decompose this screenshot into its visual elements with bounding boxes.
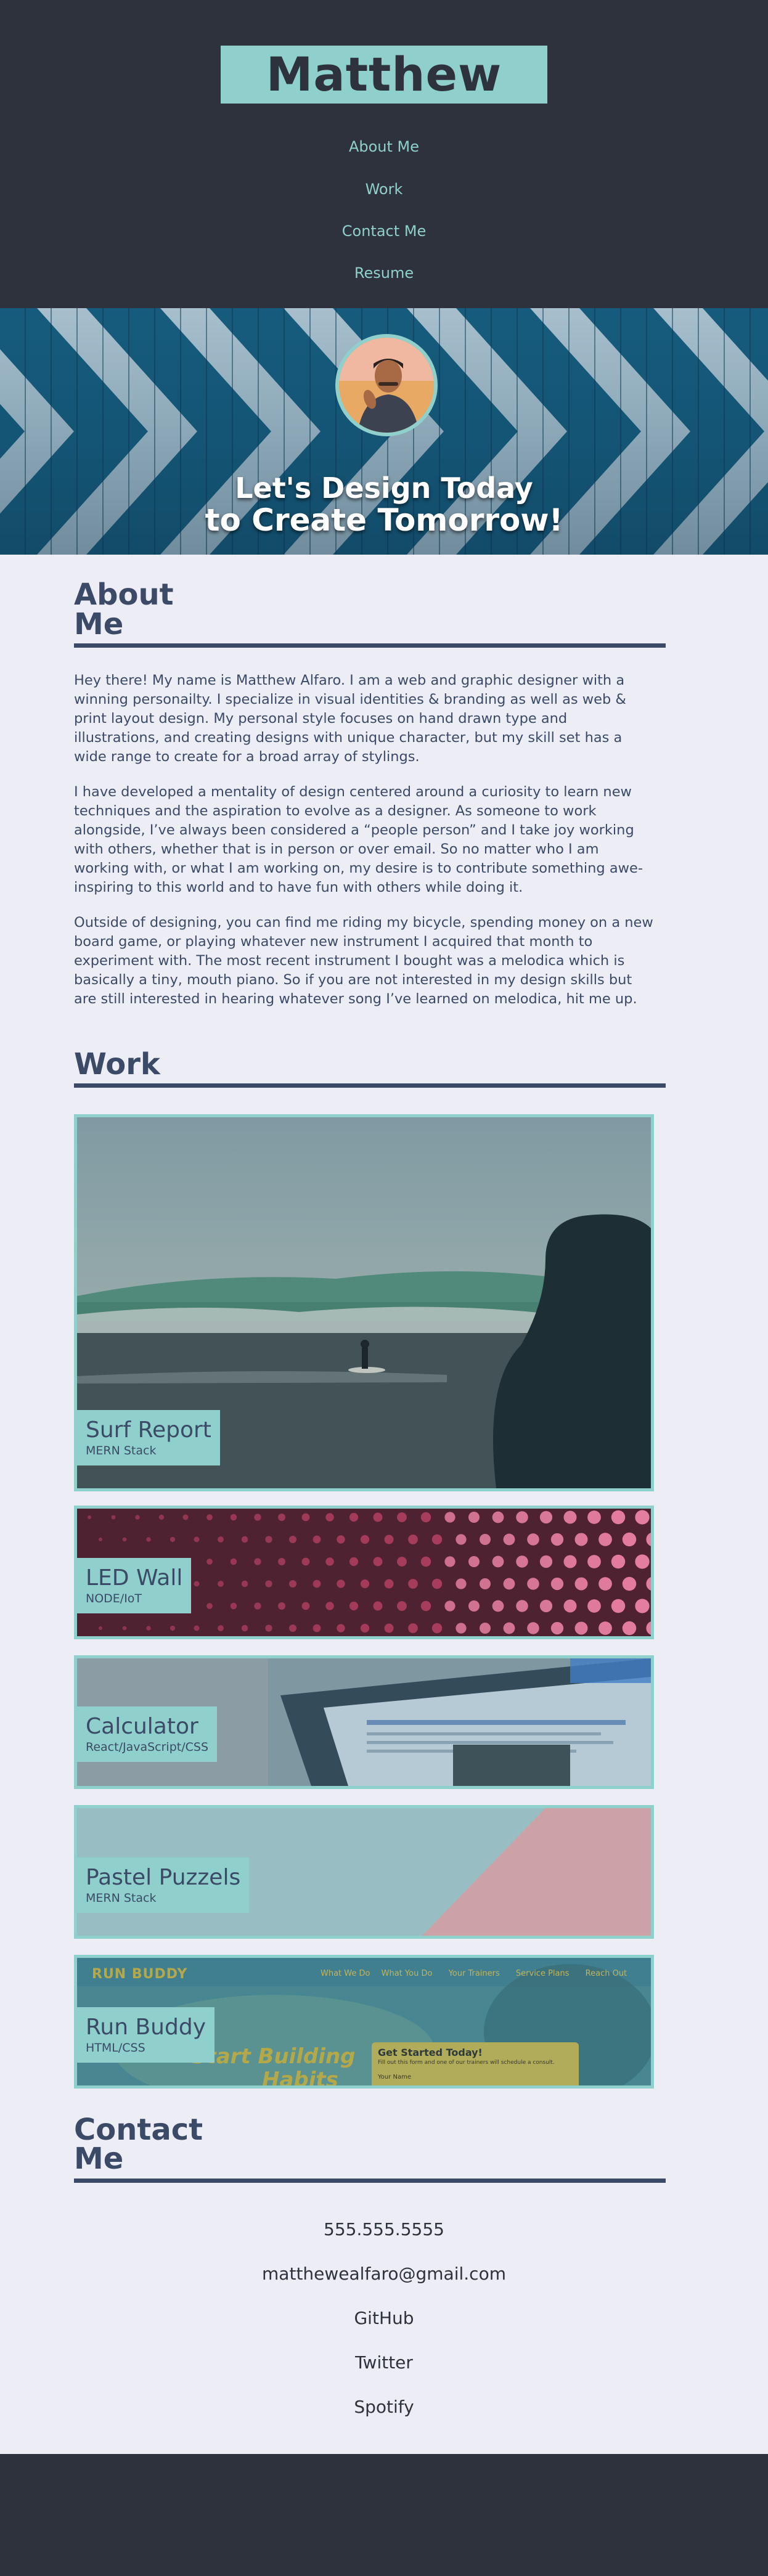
project-title: Pastel Puzzels bbox=[86, 1865, 241, 1890]
project-tech: React/JavaScript/CSS bbox=[86, 1740, 209, 1754]
contact-email-link[interactable]: matthewealfaro@gmail.com bbox=[199, 2263, 569, 2285]
contact-divider bbox=[74, 2179, 666, 2183]
project-card-led-wall[interactable]: LED Wall NODE/IoT bbox=[74, 1506, 654, 1639]
run-buddy-nav-item: What You Do bbox=[381, 1969, 433, 1978]
about-title-line-1: About bbox=[74, 577, 174, 612]
contact-phone[interactable]: 555.555.5555 bbox=[199, 2219, 569, 2241]
work-divider bbox=[74, 1083, 666, 1088]
project-title: LED Wall bbox=[86, 1565, 183, 1591]
pastel-puzzels-label: Pastel Puzzels MERN Stack bbox=[77, 1857, 250, 1913]
run-buddy-form-text: Fill out this form and one of our traine… bbox=[378, 2060, 555, 2066]
about-paragraph-2: I have developed a mentality of design c… bbox=[74, 784, 643, 895]
run-buddy-nav-item: Reach Out bbox=[585, 1969, 627, 1978]
contact-title-line-1: Contact bbox=[74, 2113, 203, 2147]
about-paragraph-1: Hey there! My name is Matthew Alfaro. I … bbox=[74, 672, 626, 765]
project-card-surf-report[interactable]: Surf Report MERN Stack bbox=[74, 1114, 654, 1491]
project-card-calculator[interactable]: Calculator React/JavaScript/CSS bbox=[74, 1655, 654, 1789]
run-buddy-hero-line-2: Habits bbox=[262, 2068, 338, 2089]
project-title: Surf Report bbox=[86, 1417, 211, 1443]
about-title-line-2: Me bbox=[74, 607, 124, 642]
nav-about-me[interactable]: About Me bbox=[292, 136, 476, 157]
contact-title-line-2: Me bbox=[74, 2142, 124, 2176]
run-buddy-form-title: Get Started Today! bbox=[378, 2047, 483, 2058]
project-tech: MERN Stack bbox=[86, 1891, 157, 1905]
calculator-label: Calculator React/JavaScript/CSS bbox=[77, 1706, 218, 1762]
hero-tagline-line-2: to Create Tomorrow! bbox=[205, 502, 563, 538]
project-tech: HTML/CSS bbox=[86, 2041, 145, 2055]
avatar-portrait bbox=[339, 338, 434, 433]
run-buddy-nav-item: Your Trainers bbox=[448, 1969, 500, 1978]
nav-work[interactable]: Work bbox=[292, 179, 476, 200]
nav-contact-me[interactable]: Contact Me bbox=[292, 221, 476, 242]
about-paragraph-3: Outside of designing, you can find me ri… bbox=[74, 915, 653, 1007]
run-buddy-nav: What We Do What You Do Your Trainers Ser… bbox=[321, 1969, 627, 1978]
project-card-run-buddy[interactable]: RUN BUDDY What We Do What You Do Your Tr… bbox=[74, 1955, 654, 2089]
project-title: Calculator bbox=[86, 1714, 198, 1739]
work-title: Work bbox=[74, 1047, 160, 1082]
run-buddy-brand: RUN BUDDY bbox=[92, 1967, 188, 1982]
nav-resume[interactable]: Resume bbox=[292, 263, 476, 283]
run-buddy-hero-line-1: Start Building bbox=[191, 2044, 356, 2069]
contact-github-link[interactable]: GitHub bbox=[199, 2307, 569, 2329]
hero-tagline-line-1: Let's Design Today bbox=[235, 471, 533, 505]
run-buddy-form-field: Your Name bbox=[378, 2074, 412, 2081]
run-buddy-nav-item: What We Do bbox=[321, 1969, 370, 1978]
site-title: Matthew Alfaro bbox=[221, 46, 547, 160]
run-buddy-nav-item: Service Plans bbox=[515, 1969, 570, 1978]
project-card-pastel-puzzels[interactable]: Pastel Puzzels MERN Stack bbox=[74, 1805, 654, 1939]
project-title: Run Buddy bbox=[86, 2015, 206, 2040]
contact-spotify-link[interactable]: Spotify bbox=[199, 2396, 569, 2418]
project-tech: NODE/IoT bbox=[86, 1592, 142, 1605]
surf-report-label: Surf Report MERN Stack bbox=[77, 1410, 220, 1465]
contact-twitter-link[interactable]: Twitter bbox=[199, 2352, 569, 2374]
project-tech: MERN Stack bbox=[86, 1444, 157, 1457]
site-footer bbox=[0, 2454, 768, 2576]
led-wall-label: LED Wall NODE/IoT bbox=[77, 1558, 192, 1613]
about-divider bbox=[74, 643, 666, 648]
site-header: Matthew Alfaro About Me Work Contact Me … bbox=[0, 0, 768, 308]
profile-avatar bbox=[335, 334, 438, 436]
run-buddy-label: Run Buddy HTML/CSS bbox=[77, 2007, 214, 2063]
